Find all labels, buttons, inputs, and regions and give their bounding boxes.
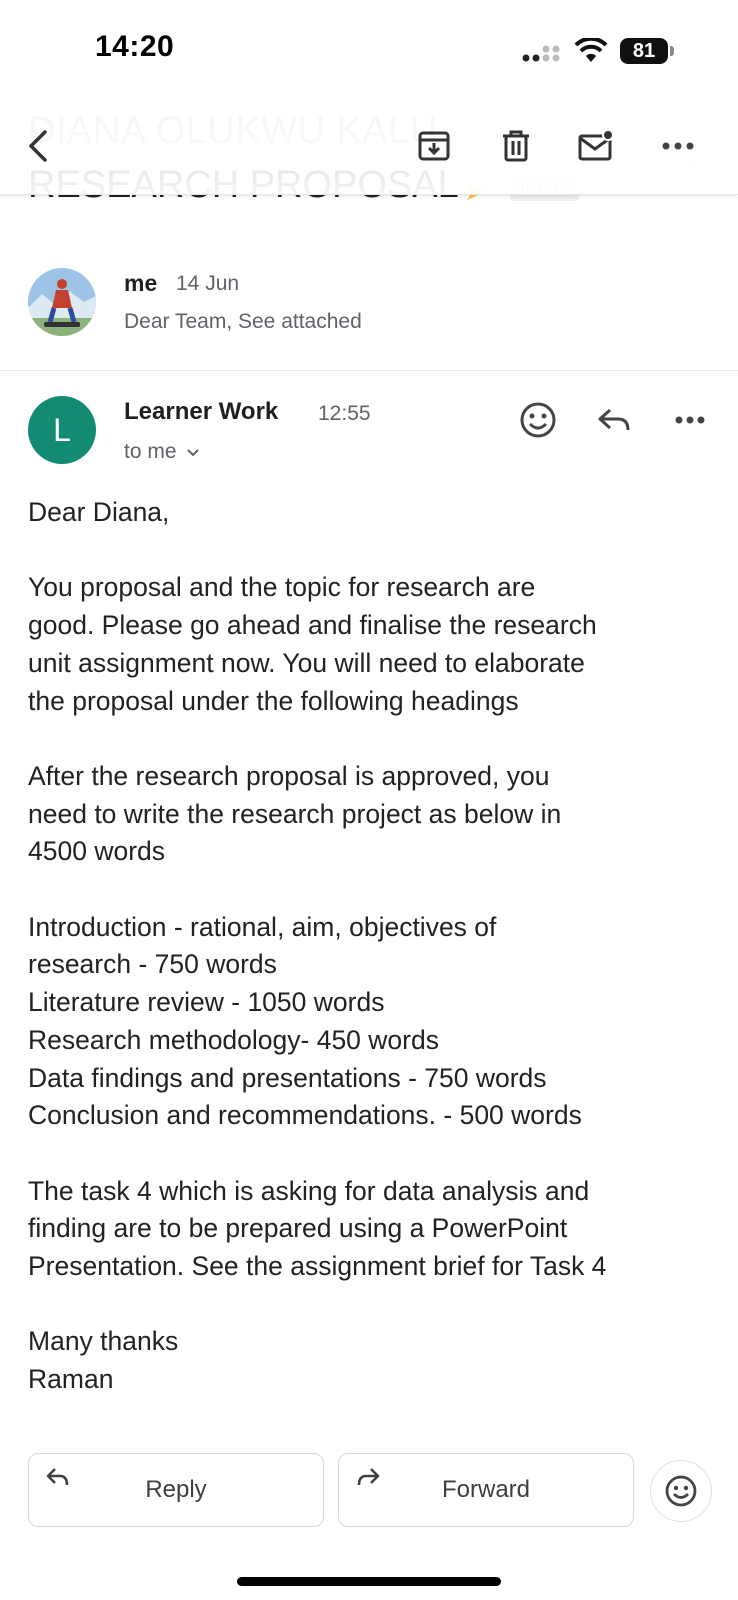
body-line: Raman: [28, 1364, 114, 1395]
body-line: the proposal under the following heading…: [28, 685, 519, 716]
wifi-icon: [574, 38, 608, 62]
cellular-signal-icon: [522, 45, 560, 62]
body-line: Many thanks: [28, 1326, 179, 1357]
battery-level: 81: [620, 38, 668, 64]
body-line: The task 4 which is asking for data anal…: [28, 1175, 590, 1206]
body-line: Conclusion and recommendations. - 500 wo…: [28, 1100, 582, 1131]
body-line: finding are to be prepared using a Power…: [28, 1213, 568, 1244]
message-body: Dear Diana, You proposal and the topic fo…: [28, 494, 718, 1399]
emoji-icon: [520, 402, 556, 438]
body-line: good. Please go ahead and finalise the r…: [28, 610, 597, 641]
body-spacer: [28, 871, 718, 909]
message-snippet: Dear Team, See attached: [124, 310, 362, 333]
sender-name: Learner Work: [124, 398, 279, 425]
emoji-icon: [665, 1475, 697, 1507]
delete-icon: [503, 130, 529, 162]
body-spacer: [28, 1135, 718, 1173]
body-line: Dear Diana,: [28, 497, 170, 527]
back-button[interactable]: [14, 122, 62, 170]
forward-button[interactable]: Forward: [338, 1453, 634, 1527]
body-line: After the research proposal is approved,…: [28, 760, 550, 791]
body-line: Presentation. See the assignment brief f…: [28, 1251, 607, 1281]
mark-unread-button[interactable]: [572, 122, 620, 170]
body-spacer: [28, 720, 718, 758]
archive-button[interactable]: [410, 122, 458, 170]
more-icon: [675, 416, 705, 424]
body-line: need to write the research project as be…: [28, 798, 562, 829]
message-time: 12:55: [318, 402, 371, 425]
recipient-label: to me: [124, 440, 177, 463]
body-line: research - 750 words: [28, 949, 277, 980]
message-header: L Learner Work 12:55 to me: [0, 380, 738, 480]
react-emoji-button[interactable]: [650, 1460, 712, 1522]
avatar: [28, 268, 96, 336]
body-spacer: [28, 532, 718, 570]
status-time: 14:20: [95, 30, 175, 63]
mark-unread-icon: [578, 129, 614, 161]
reply-icon: [598, 408, 630, 431]
home-indicator: [237, 1577, 501, 1586]
body-line: Data findings and presentations - 750 wo…: [28, 1062, 547, 1093]
status-bar: 14:20 81: [0, 0, 738, 100]
collapsed-message[interactable]: me 14 Jun Dear Team, See attached: [0, 250, 738, 371]
forward-label: Forward: [441, 1476, 531, 1503]
back-icon: [29, 130, 47, 162]
more-icon: [662, 142, 694, 150]
add-reaction-button[interactable]: [516, 398, 560, 442]
reply-label: Reply: [145, 1476, 207, 1503]
chevron-down-icon: [187, 449, 200, 457]
top-toolbar: [0, 100, 738, 195]
body-line: Introduction - rational, aim, objectives…: [28, 911, 497, 942]
recipient-details-toggle[interactable]: to me: [124, 440, 200, 464]
body-line: Research methodology- 450 words: [28, 1024, 439, 1055]
more-options-button[interactable]: [654, 122, 702, 170]
delete-button[interactable]: [492, 122, 540, 170]
body-spacer: [28, 1286, 718, 1324]
archive-icon: [418, 131, 450, 161]
message-more-button[interactable]: [668, 398, 712, 442]
body-line: You proposal and the topic for research …: [28, 572, 536, 603]
message-date: 14 Jun: [176, 272, 240, 295]
battery-tip: [670, 46, 674, 56]
body-line: unit assignment now. You will need to el…: [28, 647, 585, 678]
avatar[interactable]: L: [28, 396, 96, 464]
reply-icon-button[interactable]: [592, 398, 636, 442]
sender-name: me: [124, 270, 158, 296]
body-line: 4500 words: [28, 836, 166, 867]
profile-photo-icon: [28, 268, 96, 336]
body-line: Literature review - 1050 words: [28, 987, 385, 1018]
reply-button[interactable]: Reply: [28, 1453, 324, 1527]
